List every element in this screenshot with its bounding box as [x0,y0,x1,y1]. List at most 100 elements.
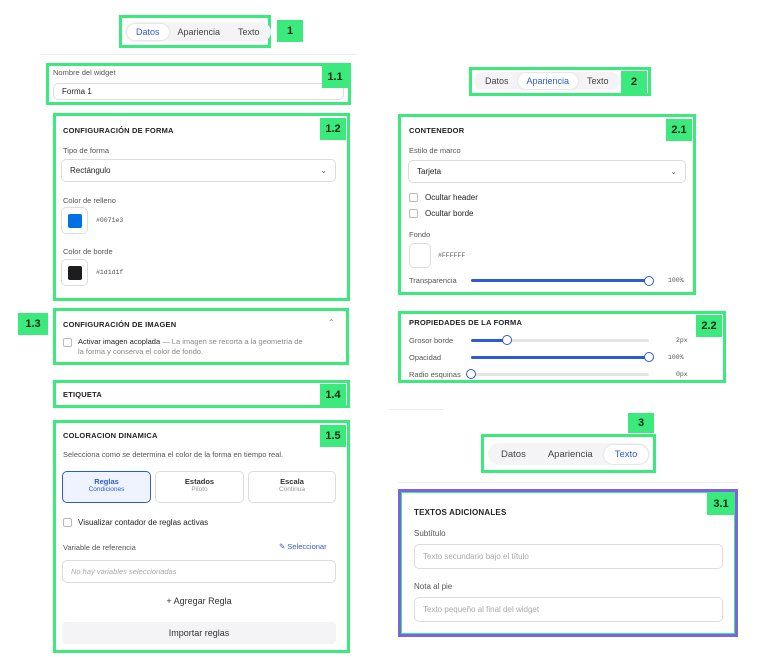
mode-card-estados[interactable]: Estados Piloto [155,471,244,503]
footer-note-placeholder: Texto pequeño al final del widget [423,605,540,614]
mode-card-reglas[interactable]: Reglas Condiciones [62,471,151,503]
label-section-title: ETIQUETA [63,390,102,399]
tabs-panel2: Datos Apariencia Texto [474,72,620,90]
collapse-chevron-icon[interactable]: ⌃ [328,318,335,327]
corner-radius-label: Radio esquinas [409,370,461,379]
border-color-swatch[interactable] [61,259,88,286]
mode-reglas-sub: Condiciones [88,486,125,493]
image-docked-label: Activar imagen acoplada [78,337,161,346]
mode-card-escala[interactable]: Escala Continua [248,471,336,503]
import-rules-button[interactable]: Importar reglas [62,622,336,644]
tabs-panel3: Datos Apariencia Texto [488,443,651,465]
border-color-chip [67,265,82,280]
fill-color-chip [67,213,82,228]
image-docked-desc-1: — La imagen se recorta a la geometría de [160,337,303,346]
ref-variable-placeholder: No hay variables seleccionadas [71,567,177,576]
divider [398,482,738,483]
hide-header-checkbox[interactable] [409,193,418,202]
hide-header-row[interactable]: Ocultar header [409,193,478,202]
subtitle-input[interactable]: Texto secundario bajo el título [414,544,723,569]
badge-1: 1 [277,20,303,42]
tab-apariencia[interactable]: Apariencia [517,73,579,89]
border-width-value: 2px [676,337,688,344]
tab-apariencia[interactable]: Apariencia [169,24,230,40]
tab-texto[interactable]: Texto [229,24,269,40]
pencil-icon: ✎ [279,542,286,551]
opacity-label: Opacidad [409,353,442,362]
fill-color-swatch[interactable] [61,207,88,234]
badge-2-2: 2.2 [696,315,722,337]
mode-estados-sub: Piloto [191,486,208,493]
mode-escala-sub: Continua [278,486,306,493]
dynamic-coloring-description: Selecciona como se determina el color de… [63,450,284,459]
tabs-panel1: Datos Apariencia Texto [125,22,271,42]
subtitle-label: Subtítulo [414,529,446,538]
badge-1-1: 1.1 [322,66,348,88]
ref-variable-label: Variable de referencia [63,543,136,552]
hide-border-row[interactable]: Ocultar borde [409,209,473,218]
background-hex: #FFFFFF [438,252,466,259]
fill-color-label: Color de relleno [63,196,116,205]
badge-1-3: 1.3 [18,313,48,335]
tab-apariencia[interactable]: Apariencia [537,445,604,464]
image-docked-desc-2: la forma y conserva el color de fondo. [78,347,204,356]
frame-style-select[interactable]: Tarjeta ⌄ [408,160,686,183]
hide-header-label: Ocultar header [425,193,478,202]
select-variable-link[interactable]: ✎ Seleccionar [279,542,327,551]
badge-1-5: 1.5 [320,425,346,447]
corner-radius-track[interactable] [471,373,649,376]
tab-datos[interactable]: Datos [476,73,518,89]
badge-2: 2 [621,71,647,93]
badge-1-2: 1.2 [320,118,346,140]
corner-radius-value: 0px [676,371,688,378]
extra-texts-title: TEXTOS ADICIONALES [414,508,507,517]
image-config-title: CONFIGURACIÓN DE IMAGEN [63,320,177,329]
subtitle-placeholder: Texto secundario bajo el título [423,552,529,561]
corner-radius-knob[interactable] [466,369,476,379]
mode-estados-title: Estados [184,477,215,486]
divider [389,409,444,410]
border-color-hex: #1d1d1f [96,269,124,276]
opacity-value: 100% [668,354,684,361]
badge-2-1: 2.1 [666,119,692,141]
border-width-label: Grosor borde [409,336,454,345]
shape-config-title: CONFIGURACIÓN DE FORMA [63,126,174,135]
tab-texto[interactable]: Texto [603,444,649,464]
badge-3: 3 [628,413,654,433]
rule-counter-label: Visualizar contador de reglas activas [78,518,209,527]
opacity-fill [471,356,649,359]
widget-name-label: Nombre del widget [53,68,116,77]
image-docked-checkbox[interactable] [63,337,72,347]
widget-name-input[interactable]: Forma 1 [53,83,344,100]
shape-props-title: PROPIEDADES DE LA FORMA [409,318,523,327]
add-rule-button[interactable]: + Agregar Regla [62,596,336,606]
tab-texto[interactable]: Texto [578,73,618,89]
select-variable-label: Seleccionar [287,542,327,551]
ref-variable-empty-field[interactable]: No hay variables seleccionadas [62,560,336,583]
tab-datos[interactable]: Datos [490,445,537,464]
highlight-2-1 [398,114,696,295]
rule-counter-row[interactable]: Visualizar contador de reglas activas [63,518,208,527]
shape-type-value: Rectángulo [70,166,111,175]
shape-type-select[interactable]: Rectángulo ⌄ [61,159,336,182]
background-chip [413,248,427,263]
transparency-value: 100% [668,277,684,284]
background-label: Fondo [409,230,431,239]
rule-counter-checkbox[interactable] [63,518,72,527]
footer-note-input[interactable]: Texto pequeño al final del widget [414,597,723,622]
dynamic-coloring-title: COLORACION DINAMICA [63,431,158,440]
badge-3-1: 3.1 [707,493,735,515]
shape-type-label: Tipo de forma [63,146,109,155]
tab-datos[interactable]: Datos [127,24,169,40]
hide-border-checkbox[interactable] [409,209,418,218]
border-width-knob[interactable] [501,335,512,345]
background-swatch[interactable] [409,243,431,268]
transparency-knob[interactable] [644,276,654,286]
transparency-label: Transparencia [409,276,457,285]
container-title: CONTENEDOR [409,126,465,135]
opacity-knob[interactable] [644,352,654,362]
image-docked-checkbox-row[interactable]: Activar imagen acoplada — La imagen se r… [63,337,343,357]
frame-style-value: Tarjeta [417,167,442,176]
footer-note-label: Nota al pie [414,582,453,591]
divider [40,54,358,55]
